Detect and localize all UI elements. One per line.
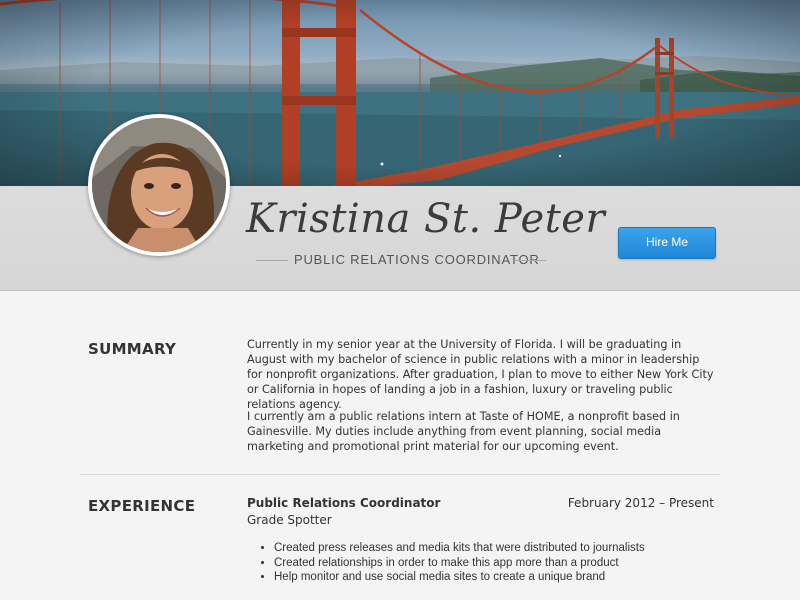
profile-name: Kristina St. Peter	[246, 196, 606, 242]
list-item: Created relationships in order to make t…	[274, 556, 645, 571]
job-bullet-list: Created press releases and media kits th…	[258, 541, 645, 585]
experience-heading: EXPERIENCE	[88, 497, 196, 515]
list-item: Created press releases and media kits th…	[274, 541, 645, 556]
avatar	[92, 118, 226, 252]
summary-heading: SUMMARY	[88, 340, 177, 358]
summary-paragraph-2: I currently am a public relations intern…	[247, 410, 680, 453]
profile-role: PUBLIC RELATIONS COORDINATOR	[294, 252, 540, 267]
hire-me-button[interactable]: Hire Me	[618, 227, 716, 259]
job-dates: February 2012 – Present	[567, 496, 714, 510]
list-item: Help monitor and use social media sites …	[274, 570, 645, 585]
section-divider	[80, 474, 720, 475]
role-divider-right	[514, 260, 546, 261]
profile-photo-icon	[92, 118, 226, 252]
summary-paragraph-1: Currently in my senior year at the Unive…	[247, 338, 714, 411]
role-divider-left	[256, 260, 288, 261]
job-title: Public Relations Coordinator	[247, 496, 441, 510]
job-company: Grade Spotter	[247, 513, 332, 527]
avatar-frame	[88, 114, 230, 256]
